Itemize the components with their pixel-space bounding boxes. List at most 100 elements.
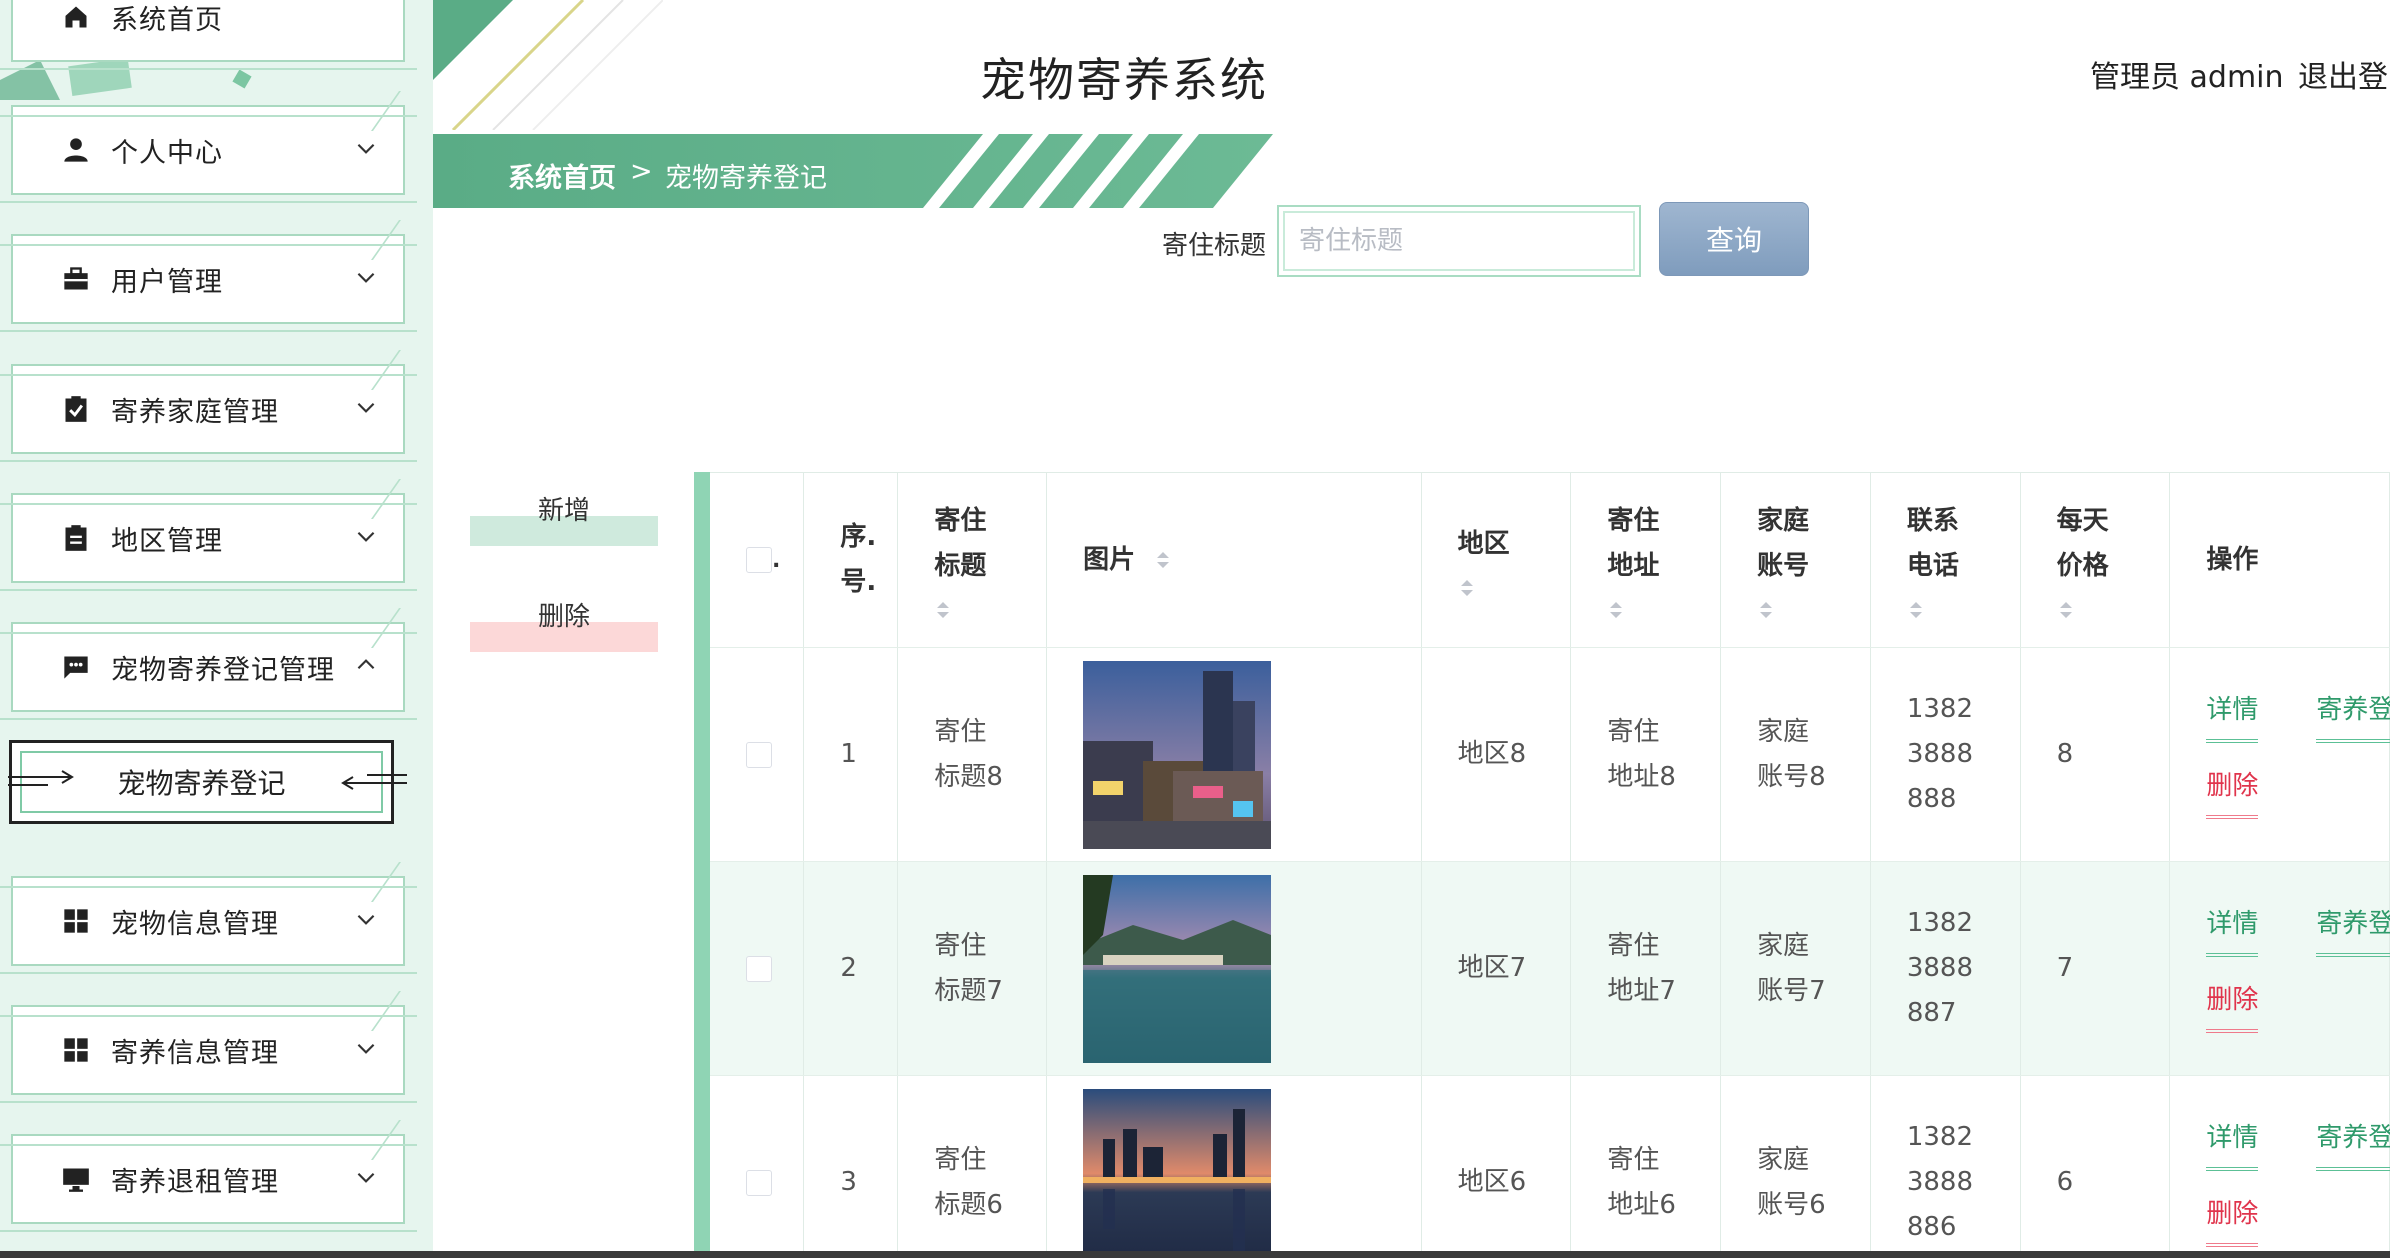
- cell-image: [1046, 1075, 1422, 1258]
- breadcrumb-separator: >: [630, 156, 653, 187]
- lake-town-photo[interactable]: [1083, 874, 1272, 1063]
- chevron-down-icon: [357, 531, 375, 542]
- header-index: 序. 号.: [803, 472, 899, 648]
- bottom-scroll-bar: [0, 1251, 2390, 1258]
- cell-family: 家庭 账号6: [1720, 1075, 1871, 1258]
- add-button[interactable]: 新增: [470, 480, 658, 546]
- delete-link[interactable]: 删除: [2206, 1192, 2259, 1247]
- sidebar-item-personal-center[interactable]: 个人中心: [0, 105, 417, 203]
- table-row: 3 寄住 标题6 地区6 寄住 地址6 家庭 账号6 1382 3888 886…: [710, 1075, 2390, 1258]
- skyline-reflection-photo[interactable]: [1083, 1088, 1272, 1258]
- header-price-label: 每天 价格: [2056, 506, 2109, 581]
- cell-ops: 详情 寄养登 删除: [2169, 1075, 2390, 1258]
- chevron-up-icon: [357, 659, 375, 670]
- add-button-label: 新增: [537, 496, 590, 526]
- cell-image: [1046, 647, 1422, 862]
- monitor-icon: [61, 1164, 91, 1194]
- search-label: 寄住标题: [1162, 231, 1267, 261]
- cell-title: 寄住 标题8: [897, 647, 1048, 862]
- header-phone[interactable]: 联系 电话: [1870, 472, 2021, 648]
- header-title[interactable]: 寄住 标题: [897, 472, 1048, 648]
- breadcrumb-home-link[interactable]: 系统首页: [508, 156, 616, 195]
- search-input[interactable]: [1283, 211, 1635, 271]
- row-select-cell: [710, 1075, 805, 1258]
- sidebar-item-foster-termination[interactable]: 寄养退租管理: [0, 1134, 417, 1232]
- clipboard-check-icon: [61, 394, 91, 424]
- chat-icon: [61, 652, 91, 682]
- submenu-item-pet-foster-registration[interactable]: 宠物寄养登记: [8, 740, 407, 824]
- sidebar: 系统首页 个人中心 用户管理 寄养家庭管理 地区管理 宠物寄养登记管理 宠物寄养…: [0, 0, 433, 1258]
- sidebar-item-label: 地区管理: [111, 525, 223, 557]
- row-checkbox[interactable]: [746, 955, 772, 982]
- sort-icon[interactable]: [1607, 599, 1625, 621]
- cell-index: 1: [803, 647, 899, 862]
- detail-link[interactable]: 详情: [2206, 1116, 2259, 1171]
- cell-index: 3: [803, 1075, 899, 1258]
- cell-image: [1046, 861, 1422, 1076]
- sidebar-item-home[interactable]: 系统首页: [0, 0, 417, 70]
- cell-price: 7: [2020, 861, 2171, 1076]
- chevron-down-icon: [357, 272, 375, 283]
- header-price[interactable]: 每天 价格: [2020, 472, 2171, 648]
- city-night-photo[interactable]: [1083, 660, 1272, 849]
- chevron-down-icon: [357, 914, 375, 925]
- delete-button[interactable]: 删除: [470, 586, 658, 652]
- chevron-down-icon: [357, 402, 375, 413]
- sort-icon[interactable]: [1907, 599, 1925, 621]
- sidebar-item-pet-foster-registration[interactable]: 宠物寄养登记管理: [0, 622, 417, 720]
- arrow-right-icon: [8, 770, 74, 786]
- header-decoration: [433, 0, 663, 130]
- sort-icon[interactable]: [1757, 599, 1775, 621]
- sidebar-item-user-management[interactable]: 用户管理: [0, 234, 417, 332]
- row-select-cell: [710, 647, 805, 862]
- sort-icon[interactable]: [2057, 599, 2075, 621]
- sidebar-item-pet-info[interactable]: 宠物信息管理: [0, 876, 417, 974]
- row-select-cell: [710, 861, 805, 1076]
- sort-icon[interactable]: [934, 599, 952, 621]
- person-icon: [61, 135, 91, 165]
- header-region[interactable]: 地区: [1421, 472, 1572, 648]
- cell-price: 6: [2020, 1075, 2171, 1258]
- query-button[interactable]: 查询: [1659, 202, 1809, 276]
- cell-title: 寄住 标题7: [897, 861, 1048, 1076]
- register-link[interactable]: 寄养登: [2316, 1116, 2390, 1171]
- cell-index: 2: [803, 861, 899, 1076]
- logout-link[interactable]: 退出登: [2298, 52, 2388, 96]
- table-header-row: . 序. 号. 寄住 标题 图片 地区 寄住 地址 家庭 账号 联系 电话 每天…: [710, 472, 2390, 648]
- sidebar-item-label: 寄养退租管理: [111, 1166, 279, 1198]
- sidebar-item-label: 个人中心: [111, 137, 223, 169]
- cell-phone: 1382 3888 887: [1870, 861, 2021, 1076]
- register-link[interactable]: 寄养登: [2316, 902, 2390, 957]
- sort-icon[interactable]: [1458, 577, 1476, 599]
- sidebar-item-region[interactable]: 地区管理: [0, 493, 417, 591]
- cell-address: 寄住 地址7: [1570, 861, 1722, 1076]
- detail-link[interactable]: 详情: [2206, 688, 2259, 743]
- header-region-label: 地区: [1457, 528, 1510, 559]
- delete-button-label: 删除: [537, 602, 590, 632]
- header-phone-label: 联系 电话: [1906, 506, 1959, 581]
- cell-ops: 详情 寄养登 删除: [2169, 647, 2390, 862]
- header-family-label: 家庭 账号: [1757, 506, 1810, 581]
- briefcase-icon: [61, 264, 91, 294]
- header-ops: 操作: [2169, 472, 2390, 648]
- select-all-checkbox[interactable]: [746, 546, 772, 573]
- sidebar-item-foster-info[interactable]: 寄养信息管理: [0, 1005, 417, 1103]
- header-family[interactable]: 家庭 账号: [1720, 472, 1871, 648]
- sidebar-item-foster-family[interactable]: 寄养家庭管理: [0, 364, 417, 462]
- header-image[interactable]: 图片: [1046, 472, 1422, 648]
- row-checkbox[interactable]: [746, 741, 772, 768]
- header-address[interactable]: 寄住 地址: [1570, 472, 1722, 648]
- register-link[interactable]: 寄养登: [2316, 688, 2390, 743]
- sidebar-item-label: 宠物寄养登记管理: [111, 654, 335, 686]
- delete-link[interactable]: 删除: [2206, 978, 2259, 1033]
- delete-link[interactable]: 删除: [2206, 764, 2259, 819]
- cell-ops: 详情 寄养登 删除: [2169, 861, 2390, 1076]
- detail-link[interactable]: 详情: [2206, 902, 2259, 957]
- header-address-label: 寄住 地址: [1607, 506, 1660, 581]
- row-checkbox[interactable]: [746, 1169, 772, 1196]
- sort-icon[interactable]: [1154, 549, 1172, 571]
- cell-address: 寄住 地址6: [1570, 1075, 1722, 1258]
- sidebar-item-label: 用户管理: [111, 266, 223, 298]
- table-row: 2 寄住 标题7 地区7 寄住 地址7 家庭 账号7 1382 3888 887: [710, 861, 2390, 1076]
- sidebar-item-label: 宠物信息管理: [111, 908, 279, 940]
